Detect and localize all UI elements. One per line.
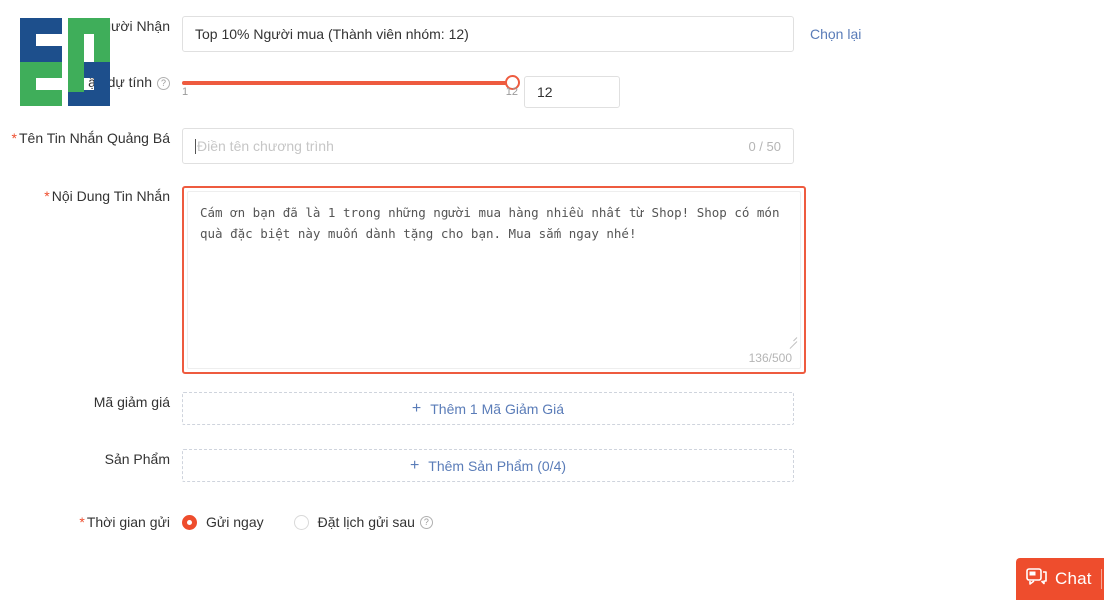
recipient-label: a Người Nhận	[81, 18, 170, 34]
required-asterisk: *	[79, 514, 85, 530]
campaign-name-placeholder: Điền tên chương trình	[195, 138, 334, 154]
question-circle-icon[interactable]: ?	[157, 77, 170, 90]
required-asterisk: *	[11, 130, 17, 146]
send-time-label-text: Thời gian gửi	[86, 514, 170, 530]
recipient-input[interactable]: Top 10% Người mua (Thành viên nhóm: 12)	[182, 16, 794, 52]
row-product: Sản Phẩm + Thêm Sản Phẩm (0/4)	[0, 449, 794, 482]
message-content-label-text: Nội Dung Tin Nhắn	[51, 188, 170, 204]
send-time-radio-group: Gửi ngay Đặt lịch gửi sau ?	[182, 514, 463, 530]
text-caret	[195, 139, 196, 154]
broadcast-message-form-page: a Người Nhận Top 10% Người mua (Thành vi…	[0, 0, 1104, 600]
chat-widget-button[interactable]: Chat	[1016, 558, 1104, 600]
required-asterisk: *	[44, 188, 50, 204]
chat-widget-label: Chat	[1055, 569, 1092, 588]
slider-fill	[182, 81, 512, 85]
slider-track[interactable]	[182, 75, 520, 90]
row-estimated-recipients: ận dự tính? 1 12 12	[0, 72, 620, 108]
product-label: Sản Phẩm	[104, 451, 170, 467]
message-content-label: * Nội Dung Tin Nhắn	[0, 186, 182, 206]
radio-send-now-label: Gửi ngay	[206, 514, 264, 530]
plus-icon: +	[411, 399, 422, 417]
row-recipient: a Người Nhận Top 10% Người mua (Thành vi…	[0, 16, 861, 52]
plus-icon: +	[409, 456, 420, 474]
radio-schedule-later[interactable]: Đặt lịch gửi sau ?	[293, 514, 433, 530]
recipient-count-input[interactable]: 12	[524, 76, 620, 108]
question-circle-icon[interactable]: ?	[419, 515, 433, 529]
campaign-name-label: * Tên Tin Nhắn Quảng Bá	[0, 128, 182, 148]
recipient-count-value: 12	[537, 84, 553, 100]
recipient-value: Top 10% Người mua (Thành viên nhóm: 12)	[195, 26, 469, 42]
campaign-name-label-text: Tên Tin Nhắn Quảng Bá	[19, 130, 170, 146]
add-voucher-button[interactable]: + Thêm 1 Mã Giảm Giá	[182, 392, 794, 425]
slider-max-label: 12	[505, 86, 518, 98]
radio-dot-selected-icon[interactable]	[182, 514, 197, 530]
campaign-name-counter: 0 / 50	[748, 138, 781, 154]
slider-min-label: 1	[182, 86, 189, 98]
estimate-label: ận dự tính?	[0, 72, 182, 92]
radio-dot-icon[interactable]	[293, 514, 309, 530]
radio-schedule-later-label: Đặt lịch gửi sau	[317, 514, 415, 530]
message-content-counter: 136/500	[748, 351, 792, 365]
chat-bubble-icon	[1026, 567, 1048, 591]
resize-grip-icon[interactable]	[787, 334, 798, 349]
row-message-content: * Nội Dung Tin Nhắn Cám ơn bạn đã là 1 tr…	[0, 186, 806, 374]
recipient-count-slider[interactable]: 1 12	[182, 72, 520, 98]
chat-widget-divider	[1100, 569, 1102, 589]
voucher-label: Mã giảm giá	[93, 394, 170, 410]
add-product-button[interactable]: + Thêm Sản Phẩm (0/4)	[182, 449, 794, 482]
message-content-value: Cám ơn bạn đã là 1 trong những người mua…	[200, 205, 788, 241]
row-campaign-name: * Tên Tin Nhắn Quảng Bá Điền tên chương t…	[0, 128, 794, 164]
reselect-recipient-link[interactable]: Chọn lại	[810, 16, 861, 52]
row-voucher: Mã giảm giá + Thêm 1 Mã Giảm Giá	[0, 392, 794, 425]
radio-send-now[interactable]: Gửi ngay	[182, 514, 264, 530]
message-content-textarea[interactable]: Cám ơn bạn đã là 1 trong những người mua…	[182, 186, 806, 374]
add-voucher-label: Thêm 1 Mã Giảm Giá	[430, 400, 565, 417]
row-send-time: * Thời gian gửi Gửi ngay Đặt lịch gửi sau…	[0, 512, 463, 532]
add-product-label: Thêm Sản Phẩm (0/4)	[428, 457, 567, 474]
estimate-label-text: ận dự tính	[88, 74, 152, 90]
message-content-textarea-inner[interactable]: Cám ơn bạn đã là 1 trong những người mua…	[187, 191, 801, 369]
send-time-label: * Thời gian gửi	[0, 512, 182, 532]
campaign-name-input[interactable]: Điền tên chương trình 0 / 50	[182, 128, 794, 164]
